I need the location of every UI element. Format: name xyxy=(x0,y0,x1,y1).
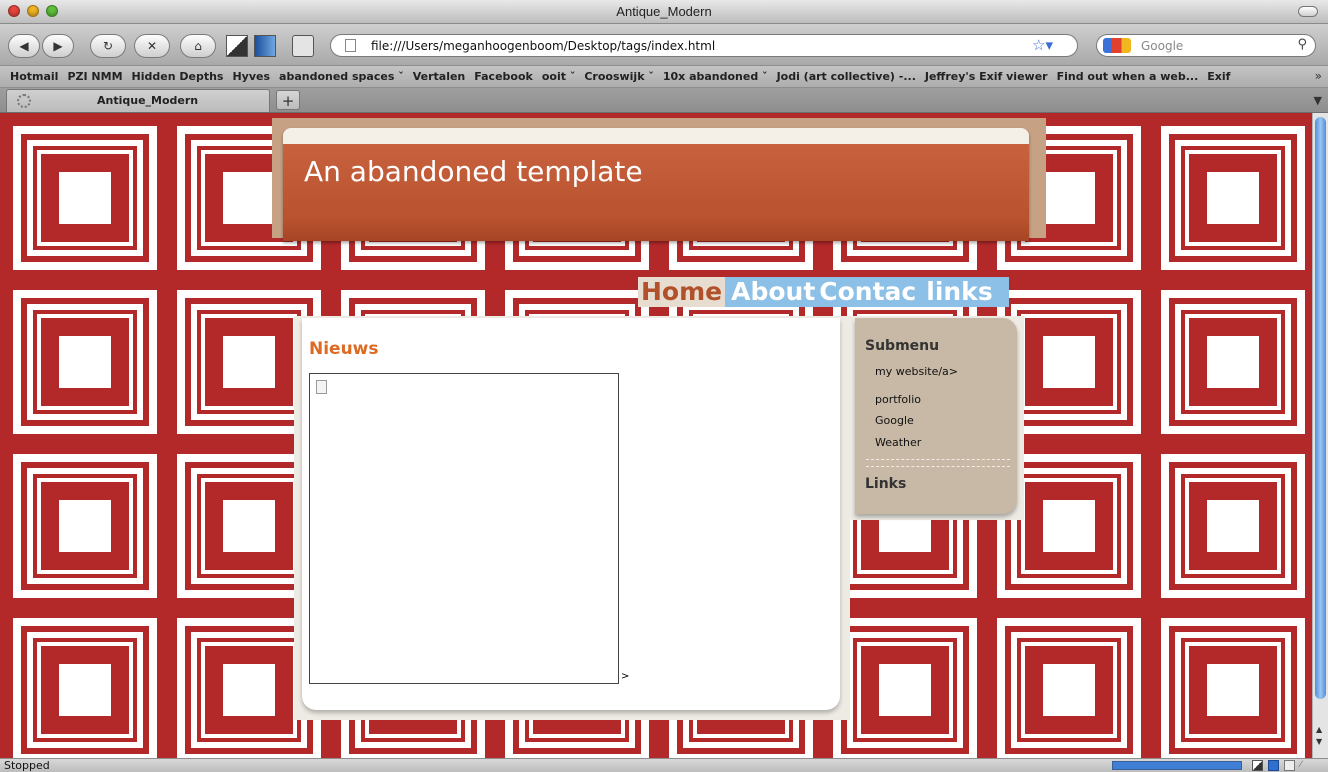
page-icon xyxy=(345,39,356,52)
bookmark-item[interactable]: Exif xyxy=(1207,70,1230,83)
background-tile xyxy=(3,608,167,758)
submenu-link[interactable]: Weather xyxy=(875,436,921,449)
reload-icon: ↻ xyxy=(102,39,114,53)
bookmark-folder[interactable]: 10x abandoned ˇ xyxy=(663,70,768,83)
bookmark-folder[interactable]: abandoned spaces ˇ xyxy=(279,70,404,83)
loading-spinner-icon xyxy=(17,94,31,108)
window-title-bar: Antique_Modern xyxy=(0,0,1328,24)
main-menu: Home About Contac links xyxy=(638,277,1009,307)
menu-links-link[interactable]: links xyxy=(916,277,1009,307)
bookmarks-overflow-icon[interactable]: » xyxy=(1315,69,1322,83)
bookmark-star-icon[interactable]: ☆▾ xyxy=(1032,36,1053,54)
status-text: Stopped xyxy=(4,759,50,772)
status-addon-blue-icon[interactable] xyxy=(1268,760,1279,771)
submenu-link[interactable]: Google xyxy=(875,414,914,427)
news-heading: Nieuws xyxy=(309,339,379,359)
bookmark-item[interactable]: Vertalen xyxy=(413,70,466,83)
sidebar-divider xyxy=(866,459,1010,460)
bookmark-item[interactable]: Jodi (art collective) -... xyxy=(777,70,916,83)
tab-antique-modern[interactable]: Antique_Modern xyxy=(6,89,270,112)
status-addon-icon[interactable] xyxy=(1252,760,1263,771)
navigation-toolbar: ◀ ▶ ↻ ✕ ⌂ file:///Users/meganhoogenboom/… xyxy=(0,24,1328,66)
scroll-up-arrow-icon[interactable]: ▲ xyxy=(1316,725,1322,734)
tab-list-icon[interactable]: ▼ xyxy=(1314,94,1322,107)
new-tab-button[interactable]: + xyxy=(276,90,300,110)
broken-image-icon xyxy=(316,380,327,394)
background-tile xyxy=(3,444,167,608)
bookmark-item[interactable]: Hyves xyxy=(232,70,270,83)
scrollbar-thumb[interactable] xyxy=(1315,117,1326,699)
forward-button[interactable]: ▶ xyxy=(42,34,74,58)
bookmark-item[interactable]: Find out when a web... xyxy=(1057,70,1199,83)
status-progress-bar xyxy=(1112,761,1242,770)
bookmark-item[interactable]: Jeffrey's Exif viewer xyxy=(925,70,1048,83)
search-magnifier-icon[interactable]: ⚲ xyxy=(1297,37,1307,52)
stray-markup-text: > xyxy=(621,671,630,682)
background-tile xyxy=(1151,280,1312,444)
toolbar-toggle-button[interactable] xyxy=(1298,6,1318,17)
resize-grip-icon[interactable]: ⁄ xyxy=(1300,760,1311,771)
bookmark-item[interactable]: Facebook xyxy=(474,70,533,83)
status-bar: Stopped ⁄ xyxy=(0,758,1328,772)
menu-about-link[interactable]: About xyxy=(725,277,816,307)
back-button[interactable]: ◀ xyxy=(8,34,40,58)
background-tile xyxy=(1151,116,1312,280)
bookmark-item[interactable]: Hidden Depths xyxy=(132,70,224,83)
background-tile xyxy=(1151,444,1312,608)
status-mail-icon[interactable] xyxy=(1284,760,1295,771)
search-box[interactable]: Google ⚲ xyxy=(1096,34,1316,57)
addon-checker-icon[interactable] xyxy=(226,35,248,57)
stop-icon: ✕ xyxy=(146,39,158,53)
background-tile xyxy=(1151,608,1312,758)
background-tile xyxy=(3,116,167,280)
addon-blue-icon[interactable] xyxy=(254,35,276,57)
links-heading: Links xyxy=(865,476,907,492)
window-title: Antique_Modern xyxy=(616,4,712,19)
address-bar[interactable]: file:///Users/meganhoogenboom/Desktop/ta… xyxy=(330,34,1078,57)
background-tile xyxy=(3,280,167,444)
back-arrow-icon: ◀ xyxy=(19,39,29,53)
scroll-down-arrow-icon[interactable]: ▼ xyxy=(1316,737,1322,746)
submenu-link[interactable]: my website/a> xyxy=(875,365,958,378)
site-title: An abandoned template xyxy=(304,155,643,188)
bookmark-item[interactable]: Hotmail xyxy=(10,70,58,83)
bookmark-folder[interactable]: ooit ˇ xyxy=(542,70,575,83)
bookmark-item[interactable]: PZI NMM xyxy=(67,70,122,83)
tab-label: Antique_Modern xyxy=(97,94,199,107)
news-iframe[interactable] xyxy=(309,373,619,684)
bookmarks-bar: Hotmail PZI NMM Hidden Depths Hyves aban… xyxy=(0,66,1328,88)
menu-contact-link[interactable]: Contac xyxy=(815,277,917,307)
background-tile xyxy=(987,608,1151,758)
menu-home-link[interactable]: Home xyxy=(638,277,726,307)
home-button[interactable]: ⌂ xyxy=(180,34,216,58)
submenu-heading: Submenu xyxy=(865,338,940,354)
tag-addon-icon[interactable] xyxy=(292,35,314,57)
reload-button[interactable]: ↻ xyxy=(90,34,126,58)
stop-button[interactable]: ✕ xyxy=(134,34,170,58)
bookmark-folder[interactable]: Crooswijk ˇ xyxy=(584,70,654,83)
sidebar-divider xyxy=(866,466,1010,467)
tab-bar: Antique_Modern + ▼ xyxy=(0,88,1328,113)
google-search-engine-icon[interactable] xyxy=(1103,38,1131,53)
home-icon: ⌂ xyxy=(194,39,202,53)
forward-arrow-icon: ▶ xyxy=(53,39,63,53)
vertical-scrollbar[interactable]: ▲ ▼ xyxy=(1312,113,1328,758)
address-text[interactable]: file:///Users/meganhoogenboom/Desktop/ta… xyxy=(371,39,715,53)
submenu-link[interactable]: portfolio xyxy=(875,393,921,406)
search-placeholder: Google xyxy=(1141,39,1184,53)
